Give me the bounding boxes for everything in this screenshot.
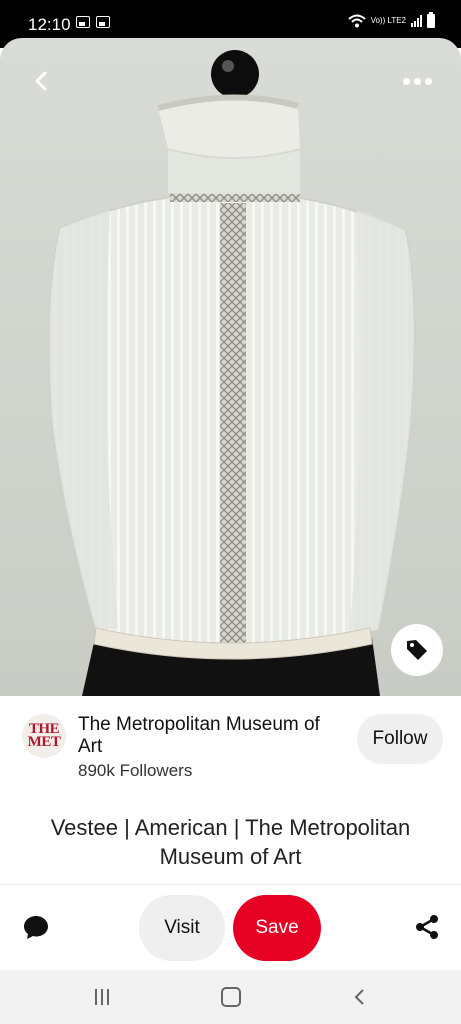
follower-count: 890k Followers: [78, 761, 193, 780]
shop-tag-button[interactable]: [391, 624, 443, 676]
creator-name[interactable]: The Metropolitan Museum of Art: [78, 714, 348, 758]
tag-icon: [407, 640, 427, 660]
recents-icon: [95, 989, 97, 1005]
status-time: 12:10: [28, 15, 71, 34]
comment-button[interactable]: [22, 913, 50, 941]
save-button[interactable]: Save: [233, 895, 321, 961]
visit-button[interactable]: Visit: [139, 895, 225, 961]
pin-image[interactable]: [0, 38, 461, 696]
more-horizontal-icon: [403, 77, 410, 85]
battery-icon: [427, 12, 435, 28]
signal-icon: [411, 15, 422, 27]
more-options-button[interactable]: [403, 72, 435, 90]
home-button[interactable]: [221, 987, 241, 1007]
network-label: Vo)) LTE2: [370, 16, 406, 25]
status-notification-icons: [76, 16, 110, 28]
creator-profile: THE MET The Metropolitan Museum of Art 8…: [0, 696, 461, 796]
action-bar: Visit Save: [0, 884, 461, 971]
gallery-icon: [76, 16, 90, 28]
avatar[interactable]: THE MET: [22, 714, 66, 758]
share-icon: [416, 915, 438, 939]
chevron-left-icon: [35, 71, 47, 91]
back-arrow-icon: [354, 989, 364, 1005]
notification-icon: [96, 16, 110, 28]
share-button[interactable]: [413, 913, 441, 941]
wifi-icon: [347, 14, 366, 28]
system-nav-bar: [0, 970, 461, 1024]
follow-button[interactable]: Follow: [357, 714, 443, 764]
comment-icon: [24, 916, 48, 939]
back-button[interactable]: [26, 66, 56, 96]
system-back-button[interactable]: [352, 986, 368, 1008]
vestee-image: [48, 50, 415, 696]
met-logo: THE MET: [27, 721, 61, 750]
status-right: Vo)) LTE2: [347, 12, 435, 28]
pin-title: Vestee | American | The Metropolitan Mus…: [50, 815, 411, 869]
recents-button[interactable]: [92, 986, 112, 1008]
